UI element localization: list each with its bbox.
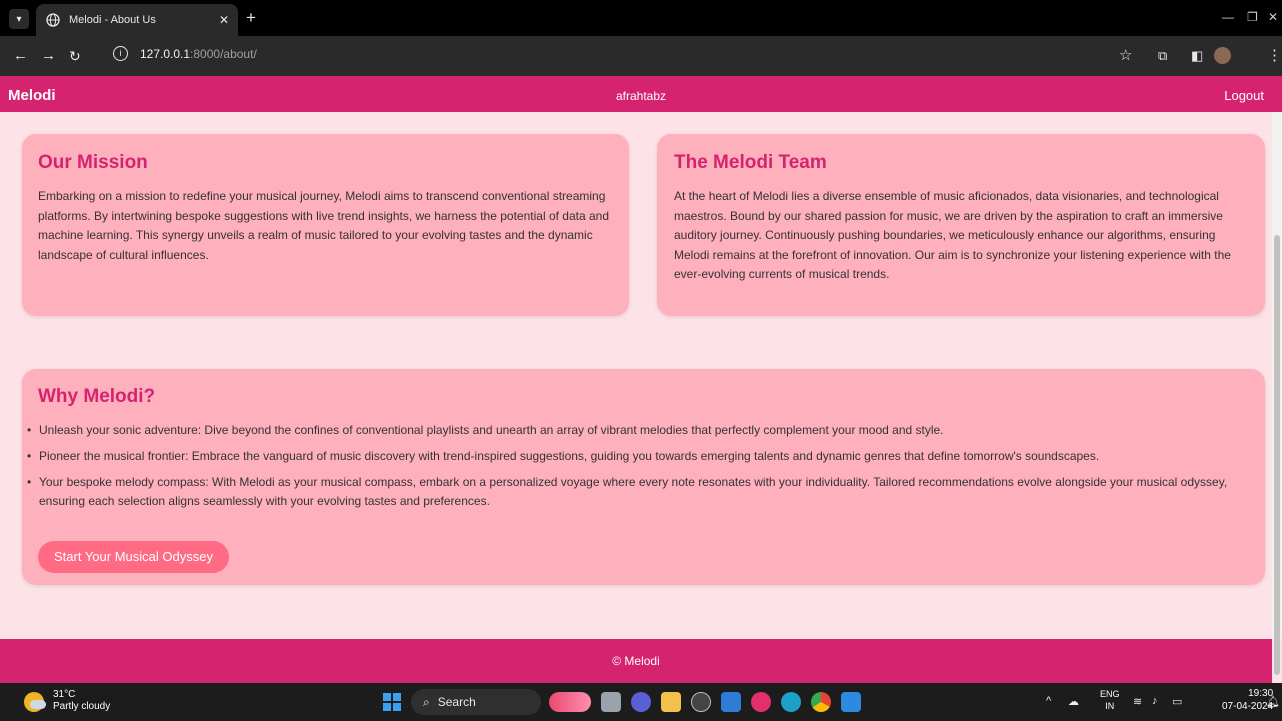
site-footer: © Melodi <box>0 639 1272 683</box>
tab-search-chevron-icon[interactable]: ▾ <box>9 9 29 29</box>
language-indicator[interactable]: ENG IN <box>1100 688 1120 712</box>
browser-tab[interactable]: Melodi - About Us ✕ <box>36 4 238 36</box>
mission-title: Our Mission <box>38 152 148 173</box>
list-item: Your bespoke melody compass: With Melodi… <box>27 473 1238 511</box>
page-scrollbar-thumb[interactable] <box>1274 235 1280 675</box>
forward-arrow-icon[interactable]: → <box>41 46 56 66</box>
why-melodi-card: Why Melodi? Unleash your sonic adventure… <box>22 369 1265 585</box>
widgets-app-icon[interactable] <box>549 692 591 712</box>
team-title: The Melodi Team <box>674 152 827 173</box>
browser-tab-strip: ▾ Melodi - About Us ✕ + — ❐ ✕ <box>0 0 1282 36</box>
close-tab-icon[interactable]: ✕ <box>214 13 234 27</box>
side-panel-icon[interactable]: ◧ <box>1191 46 1203 66</box>
dell-app-icon[interactable] <box>691 692 711 712</box>
back-arrow-icon[interactable]: ← <box>13 46 28 66</box>
search-icon: ⌕ <box>423 694 430 709</box>
instagram-app-icon[interactable] <box>751 692 771 712</box>
vscode-app-icon[interactable] <box>841 692 861 712</box>
reload-icon[interactable]: ↻ <box>69 46 81 66</box>
os-taskbar: 31°C Partly cloudy ⌕ Search ^ ☁ ENG IN ≋… <box>0 683 1282 721</box>
site-navbar: Melodi afrahtabz Logout <box>0 76 1282 112</box>
close-window-icon[interactable]: ✕ <box>1268 10 1278 24</box>
chat-app-icon[interactable] <box>631 692 651 712</box>
weather-icon[interactable] <box>24 692 46 712</box>
store-app-icon[interactable] <box>721 692 741 712</box>
task-view-icon[interactable] <box>601 692 621 712</box>
edge-browser-icon[interactable] <box>781 692 801 712</box>
battery-icon[interactable]: ▭ <box>1172 695 1182 708</box>
mission-card: Our Mission Embarking on a mission to re… <box>22 134 629 316</box>
tray-chevron-up-icon[interactable]: ^ <box>1046 695 1051 707</box>
site-info-icon[interactable]: i <box>113 46 128 61</box>
why-title: Why Melodi? <box>38 386 156 407</box>
chrome-browser-icon[interactable] <box>811 692 831 712</box>
file-explorer-icon[interactable] <box>661 692 681 712</box>
bookmark-star-icon[interactable]: ☆ <box>1119 46 1132 66</box>
team-card: The Melodi Team At the heart of Melodi l… <box>657 134 1265 316</box>
taskbar-search-box[interactable]: ⌕ Search <box>411 689 541 715</box>
new-tab-plus-icon[interactable]: + <box>246 9 256 27</box>
notification-bell-icon[interactable]: 🔔︎ <box>1266 695 1280 708</box>
why-list: Unleash your sonic adventure: Dive beyon… <box>27 421 1238 511</box>
tab-title: Melodi - About Us <box>69 14 156 26</box>
mission-text: Embarking on a mission to redefine your … <box>38 189 609 262</box>
list-item: Unleash your sonic adventure: Dive beyon… <box>27 421 1238 440</box>
wifi-icon[interactable]: ≋ <box>1133 695 1142 708</box>
start-odyssey-button[interactable]: Start Your Musical Odyssey <box>38 541 229 573</box>
minimize-icon[interactable]: — <box>1222 10 1234 24</box>
list-item: Pioneer the musical frontier: Embrace th… <box>27 447 1238 466</box>
cloud-icon[interactable]: ☁ <box>1068 695 1079 708</box>
windows-start-icon[interactable] <box>383 693 401 711</box>
restore-icon[interactable]: ❐ <box>1247 10 1258 24</box>
extensions-puzzle-icon[interactable]: ⧉ <box>1158 46 1167 66</box>
weather-widget[interactable]: 31°C Partly cloudy <box>53 689 110 713</box>
volume-icon[interactable]: ♪ <box>1152 695 1158 707</box>
team-text: At the heart of Melodi lies a diverse en… <box>674 189 1231 281</box>
address-bar-url[interactable]: 127.0.0.1:8000/about/ <box>140 47 257 61</box>
menu-kebab-icon[interactable]: ⋮ <box>1267 46 1282 66</box>
username-label: afrahtabz <box>615 89 667 103</box>
logout-link[interactable]: Logout <box>1224 88 1264 103</box>
globe-icon <box>46 13 60 27</box>
profile-avatar[interactable] <box>1214 47 1231 64</box>
